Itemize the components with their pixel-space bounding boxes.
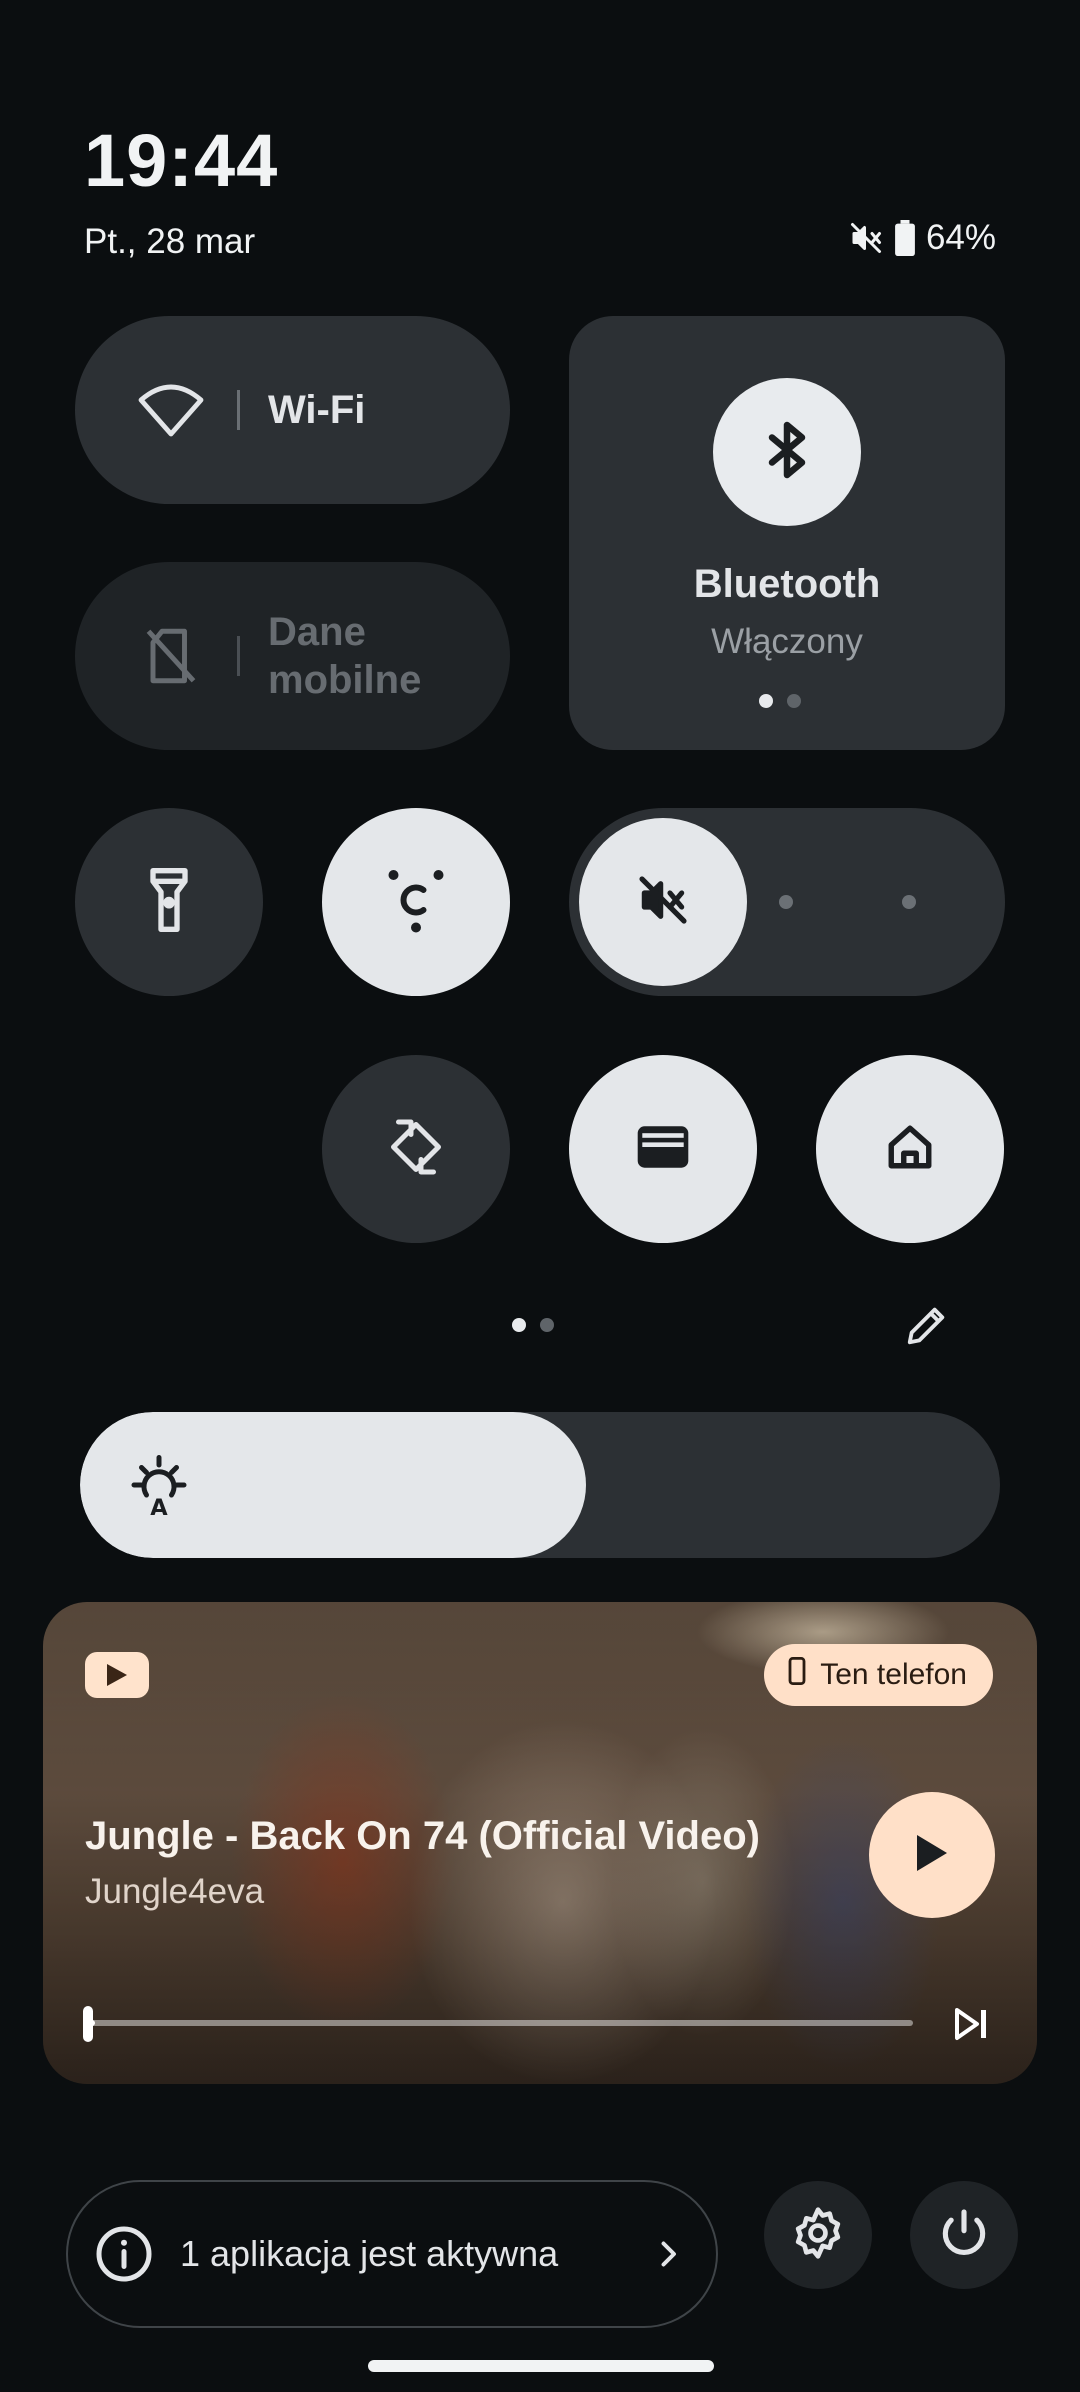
power-icon	[936, 2205, 992, 2266]
color-correction-tile[interactable]	[322, 808, 510, 996]
media-artist: Jungle4eva	[85, 1872, 265, 1911]
seekbar-thumb[interactable]	[83, 2006, 93, 2042]
sound-mode-mute[interactable]	[579, 818, 747, 986]
date[interactable]: Pt., 28 mar	[84, 222, 255, 262]
battery-icon	[894, 220, 916, 256]
page-dot-active	[759, 694, 773, 708]
wallet-tile[interactable]	[569, 1055, 757, 1243]
divider	[237, 390, 240, 430]
output-device-label: Ten telefon	[820, 1658, 967, 1691]
sound-mode-vibrate-dot[interactable]	[779, 895, 793, 909]
home-indicator[interactable]	[368, 2360, 714, 2372]
auto-rotate-tile[interactable]	[322, 1055, 510, 1243]
bluetooth-status: Włączony	[711, 622, 863, 661]
svg-text:A: A	[150, 1495, 168, 1520]
flashlight-icon	[149, 867, 189, 937]
edit-button[interactable]	[900, 1300, 954, 1354]
sound-mode-ring-dot[interactable]	[902, 895, 916, 909]
active-apps-button[interactable]: 1 aplikacja jest aktywna	[66, 2180, 718, 2328]
page-dot-active	[512, 1318, 526, 1332]
brightness-slider[interactable]: A	[80, 1412, 1000, 1558]
skip-next-icon	[951, 2008, 991, 2048]
mobile-data-tile[interactable]: Dane mobilne	[75, 562, 510, 750]
bluetooth-page-indicator	[759, 694, 801, 708]
bluetooth-tile[interactable]: Bluetooth Włączony	[569, 316, 1005, 750]
mute-icon	[635, 872, 691, 933]
active-apps-label: 1 aplikacja jest aktywna	[180, 2233, 559, 2274]
skip-next-button[interactable]	[951, 2004, 991, 2044]
status-icons: 64%	[848, 218, 996, 258]
play-button[interactable]	[869, 1792, 995, 1918]
wallet-icon	[635, 1124, 691, 1175]
home-tile[interactable]	[816, 1055, 1004, 1243]
wifi-tile[interactable]: Wi-Fi	[75, 316, 510, 504]
no-sim-icon	[135, 620, 207, 692]
divider	[237, 636, 240, 676]
media-seekbar[interactable]	[87, 2020, 913, 2026]
page-dot	[540, 1318, 554, 1332]
media-title: Jungle - Back On 74 (Official Video)	[85, 1814, 760, 1858]
page-dot	[787, 694, 801, 708]
phone-icon	[788, 1657, 806, 1693]
output-device-chip[interactable]: Ten telefon	[764, 1644, 993, 1706]
clock[interactable]: 19:44	[84, 118, 278, 203]
wifi-label: Wi-Fi	[268, 387, 366, 432]
bluetooth-title: Bluetooth	[693, 562, 881, 606]
auto-brightness-icon: A	[124, 1450, 194, 1521]
power-button[interactable]	[910, 2181, 1018, 2289]
flashlight-tile[interactable]	[75, 808, 263, 996]
gear-icon	[790, 2205, 846, 2266]
bluetooth-toggle[interactable]	[713, 378, 861, 526]
battery-percent: 64%	[925, 218, 996, 257]
youtube-icon	[85, 1652, 149, 1698]
color-correction-icon	[386, 865, 446, 940]
settings-button[interactable]	[764, 2181, 872, 2289]
sound-mode-selector[interactable]	[569, 808, 1005, 996]
info-icon	[94, 2224, 154, 2284]
play-icon	[913, 1832, 951, 1879]
chevron-right-icon	[650, 2236, 686, 2272]
qs-page-indicator	[512, 1318, 554, 1332]
wifi-icon	[135, 374, 207, 446]
mobile-data-label: Dane mobilne	[268, 610, 422, 702]
bluetooth-icon	[765, 420, 809, 485]
media-player-card[interactable]: Ten telefon Jungle - Back On 74 (Officia…	[43, 1602, 1037, 2084]
pencil-icon	[904, 1302, 950, 1353]
mute-icon	[848, 220, 884, 256]
auto-rotate-icon	[386, 1117, 446, 1182]
home-icon	[885, 1122, 935, 1177]
